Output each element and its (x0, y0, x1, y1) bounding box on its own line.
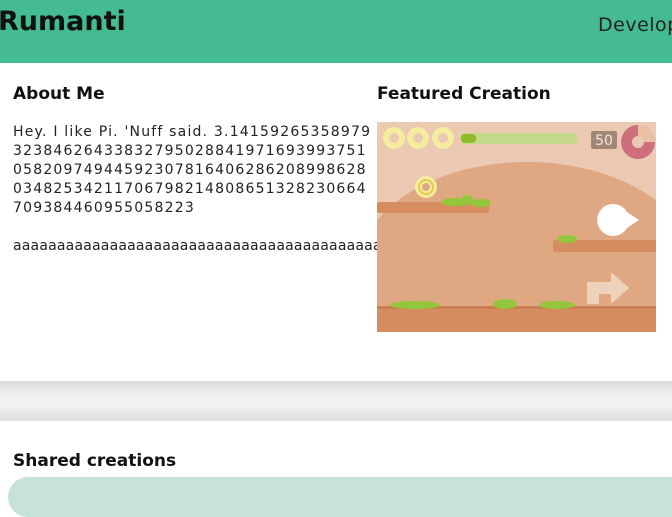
about-me-text: Hey. I like Pi. 'Nuff said. 3.1415926535… (13, 124, 372, 216)
nav-link-develop[interactable]: Develop (598, 14, 672, 36)
featured-creation-thumbnail[interactable]: 50 (377, 122, 656, 332)
shared-creations-list (8, 477, 672, 517)
top-navigation-bar: Rumanti Develop (0, 0, 672, 63)
lives-donuts (383, 127, 454, 149)
ground-platform (377, 307, 656, 332)
score-value: 50 (595, 133, 613, 149)
brand-logo-text[interactable]: Rumanti (0, 6, 126, 37)
progress-bar-fill (461, 134, 477, 143)
about-me-heading: About Me (13, 84, 105, 104)
timer-pie-icon (621, 125, 655, 159)
game-scene: 50 (377, 125, 656, 332)
shared-creations-heading: Shared creations (13, 451, 177, 471)
progress-bar-track (460, 133, 578, 144)
donut-collectible (415, 176, 437, 198)
section-divider (0, 381, 672, 421)
featured-creation-heading: Featured Creation (377, 84, 551, 104)
